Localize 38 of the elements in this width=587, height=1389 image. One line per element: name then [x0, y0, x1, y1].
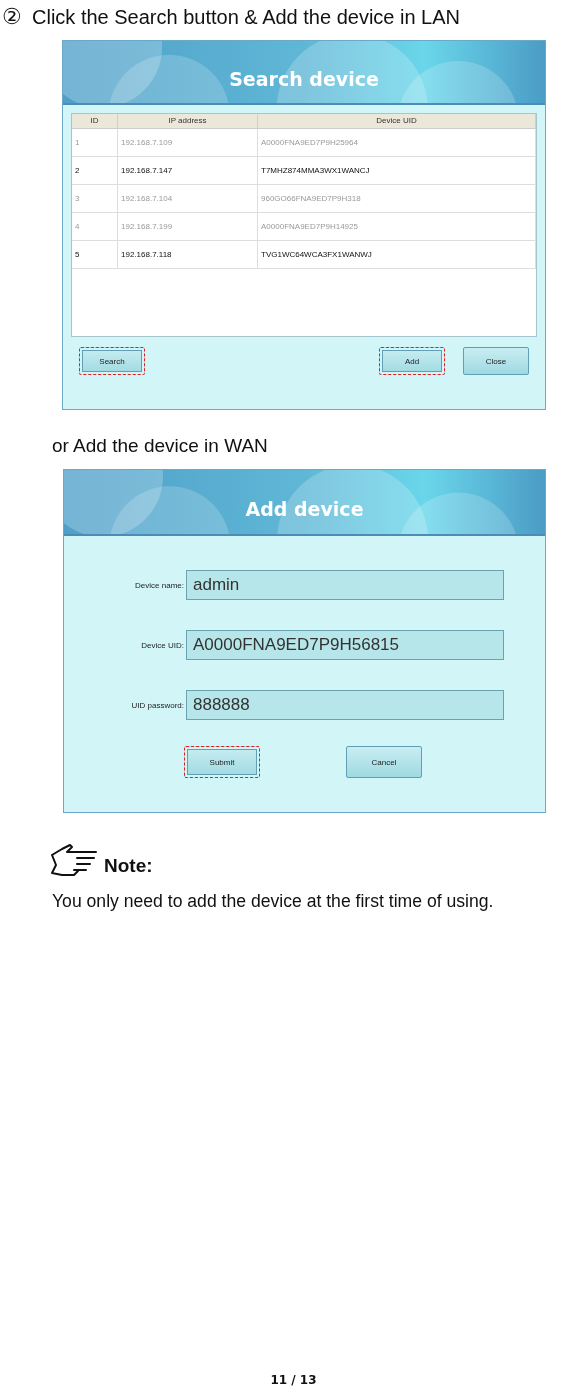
input-field[interactable]: 888888: [186, 690, 504, 720]
table-cell: 192.168.7.109: [118, 129, 258, 156]
table-cell: 4: [72, 213, 118, 240]
dialog-button[interactable]: Search: [79, 347, 145, 375]
table-cell: 2: [72, 157, 118, 184]
column-header[interactable]: IP address: [118, 114, 258, 128]
table-cell: A0000FNA9ED7P9H25964: [258, 129, 536, 156]
step-number: ②: [2, 4, 22, 30]
dialog-button[interactable]: Cancel: [346, 746, 422, 778]
note-title: Note:: [104, 855, 153, 877]
field-label: Device UID:: [140, 640, 185, 650]
table-cell: 960GO66FNA9ED7P9H318: [258, 185, 536, 212]
column-header[interactable]: Device UID: [258, 114, 536, 128]
step-heading: Click the Search button & Add the device in LAN: [32, 5, 461, 29]
table-cell: 3: [72, 185, 118, 212]
note-text: You only need to add the device at the first time of using.: [52, 891, 495, 912]
input-field[interactable]: A0000FNA9ED7P9H56815: [186, 630, 504, 660]
table-cell: 5: [72, 241, 118, 268]
field-label: UID password:: [130, 700, 185, 710]
table-cell: 192.168.7.118: [118, 241, 258, 268]
instruction-text: or Add the device in WAN: [52, 435, 269, 457]
input-field[interactable]: admin: [186, 570, 504, 600]
table-cell: 192.168.7.147: [118, 157, 258, 184]
table-cell: 192.168.7.104: [118, 185, 258, 212]
table-cell: 1: [72, 129, 118, 156]
page-number: 11 / 13: [269, 1373, 318, 1387]
dialog-button[interactable]: Submit: [184, 746, 260, 778]
dialog-title: Add device: [245, 498, 364, 520]
field-label: Device name:: [134, 580, 185, 590]
table-cell: 192.168.7.199: [118, 213, 258, 240]
column-header[interactable]: ID: [72, 114, 118, 128]
table-cell: TVG1WC64WCA3FX1WANWJ: [258, 241, 536, 268]
pointing-hand-icon: [50, 843, 100, 877]
dialog-button[interactable]: Add: [379, 347, 445, 375]
table-cell: T7MHZ874MMA3WX1WANCJ: [258, 157, 536, 184]
table-cell: A0000FNA9ED7P9H14925: [258, 213, 536, 240]
dialog-button[interactable]: Close: [463, 347, 529, 375]
dialog-title: Search device: [229, 68, 379, 90]
